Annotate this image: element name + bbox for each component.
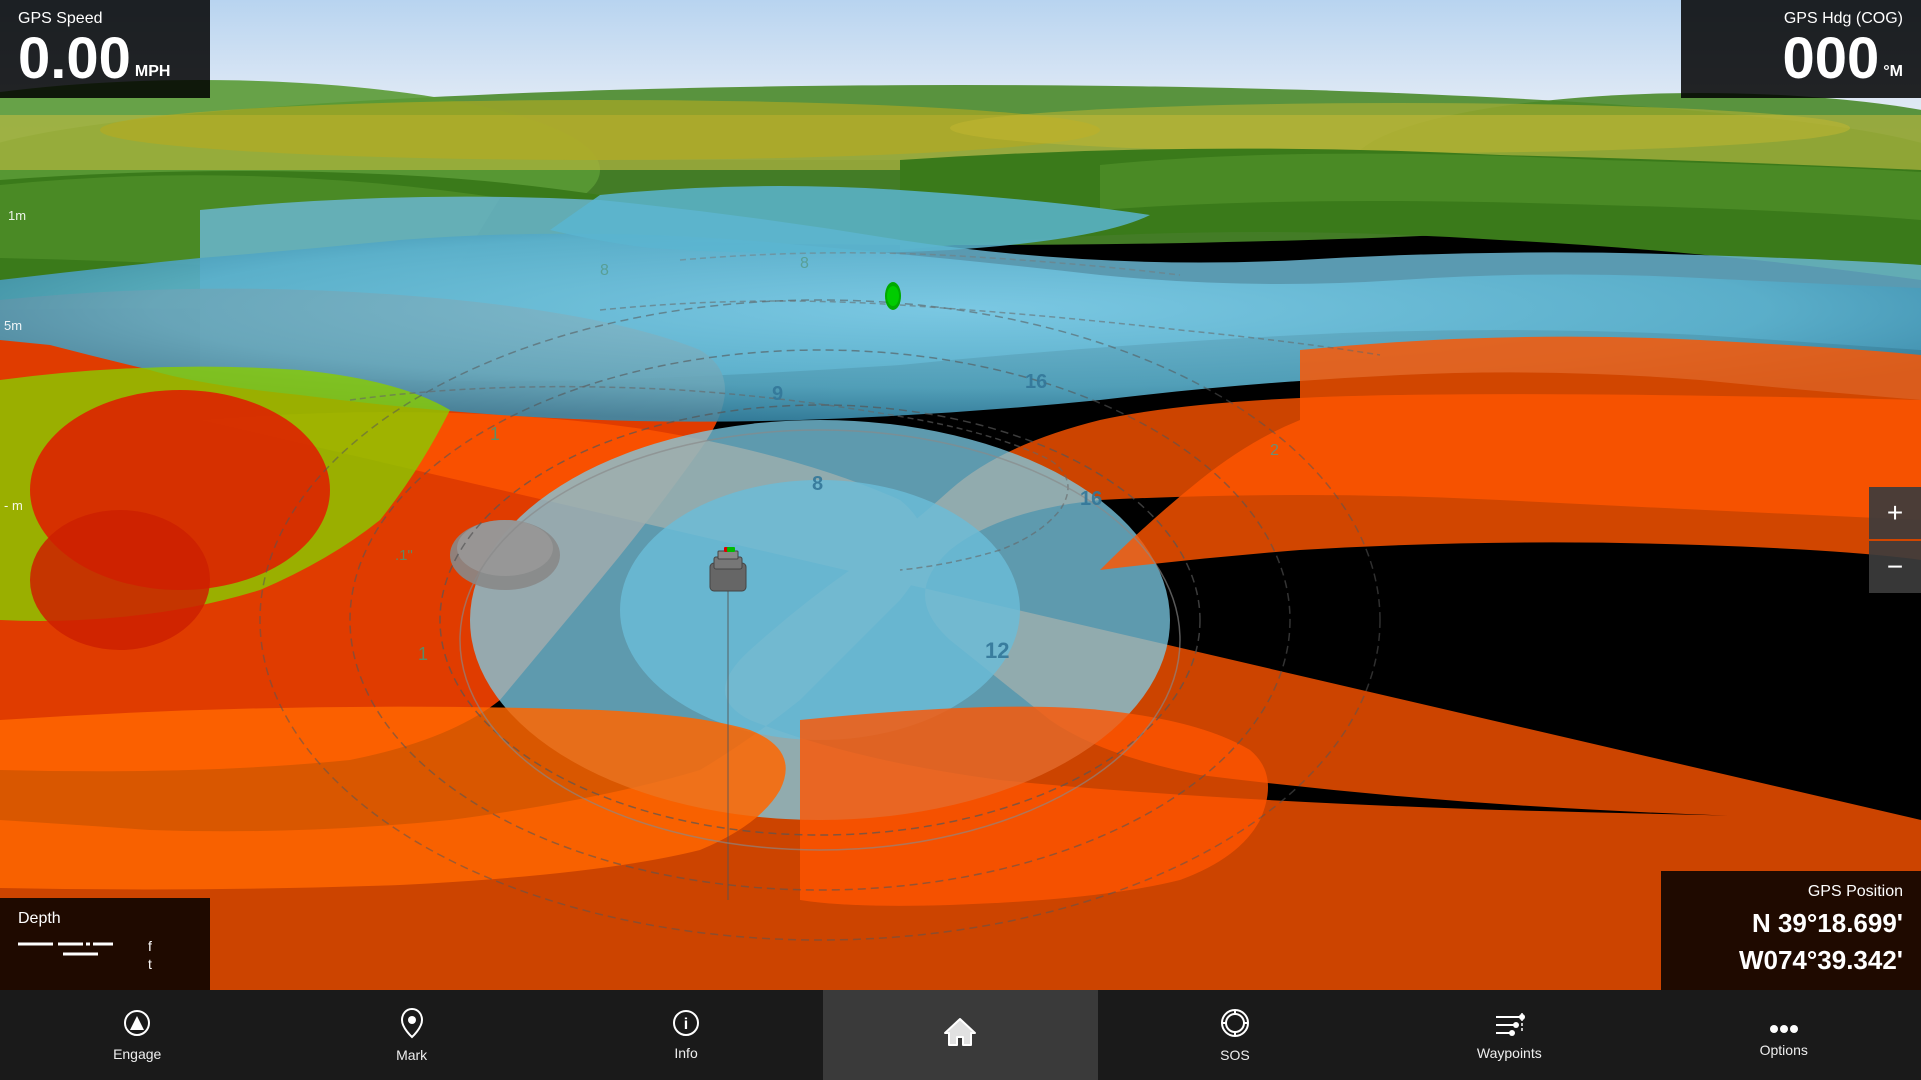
zoom-out-button[interactable]: −: [1869, 541, 1921, 593]
engage-label: Engage: [113, 1046, 161, 1062]
home-icon: [943, 1015, 977, 1051]
gps-hdg-unit: °M: [1883, 64, 1903, 80]
mark-label: Mark: [396, 1047, 427, 1063]
gps-hdg-value: 000: [1782, 30, 1879, 88]
svg-text:12: 12: [985, 638, 1009, 663]
gps-speed-overlay: GPS Speed 0.00 MPH: [0, 0, 210, 98]
gps-position-label: GPS Position: [1679, 883, 1903, 901]
svg-text:1: 1: [490, 424, 500, 444]
depth-value: [18, 932, 138, 978]
gps-lat: N 39°18.699': [1679, 905, 1903, 941]
gps-speed-value: 0.00: [18, 30, 131, 88]
sos-icon: [1219, 1007, 1251, 1043]
gps-hdg-overlay: GPS Hdg (COG) 000 °M: [1681, 0, 1921, 98]
svg-text:- m: - m: [4, 498, 23, 513]
svg-text:16: 16: [1025, 371, 1047, 393]
nav-item-info[interactable]: i Info: [549, 990, 823, 1080]
nav-bar: Engage Mark i Info: [0, 990, 1921, 1080]
zoom-in-button[interactable]: +: [1869, 487, 1921, 539]
svg-text:9: 9: [772, 383, 783, 405]
options-icon: [1769, 1012, 1799, 1038]
nav-item-sos[interactable]: SOS: [1098, 990, 1372, 1080]
svg-text:1: 1: [418, 644, 428, 664]
nav-item-waypoints[interactable]: Waypoints: [1372, 990, 1646, 1080]
nav-item-options[interactable]: Options: [1647, 990, 1921, 1080]
nav-item-home[interactable]: [823, 990, 1097, 1080]
waypoints-icon: [1492, 1009, 1526, 1041]
svg-text:1m: 1m: [8, 208, 26, 223]
depth-overlay: Depth f t: [0, 898, 210, 990]
zoom-controls[interactable]: + −: [1869, 487, 1921, 593]
depth-label: Depth: [18, 910, 186, 928]
options-label: Options: [1760, 1042, 1808, 1058]
map-container[interactable]: 9 8 16 16 12 2 8 8 1 1 .1" 1m 5m - m: [0, 0, 1921, 990]
svg-text:8: 8: [812, 473, 823, 495]
svg-text:i: i: [684, 1016, 688, 1033]
svg-text:8: 8: [800, 255, 809, 272]
svg-text:8: 8: [600, 262, 609, 279]
svg-text:5m: 5m: [4, 318, 22, 333]
engage-icon: [122, 1008, 152, 1042]
info-icon: i: [672, 1009, 700, 1041]
svg-text:16: 16: [1080, 488, 1102, 510]
waypoints-label: Waypoints: [1477, 1045, 1542, 1061]
depth-unit: f t: [148, 937, 152, 973]
gps-speed-unit: MPH: [135, 64, 171, 80]
svg-text:2: 2: [1270, 442, 1279, 459]
nav-item-mark[interactable]: Mark: [274, 990, 548, 1080]
gps-position-overlay: GPS Position N 39°18.699' W074°39.342': [1661, 871, 1921, 990]
info-label: Info: [674, 1045, 697, 1061]
nav-item-engage[interactable]: Engage: [0, 990, 274, 1080]
gps-lon: W074°39.342': [1679, 942, 1903, 978]
sos-label: SOS: [1220, 1047, 1250, 1063]
mark-icon: [398, 1007, 426, 1043]
svg-text:.1": .1": [395, 547, 413, 564]
